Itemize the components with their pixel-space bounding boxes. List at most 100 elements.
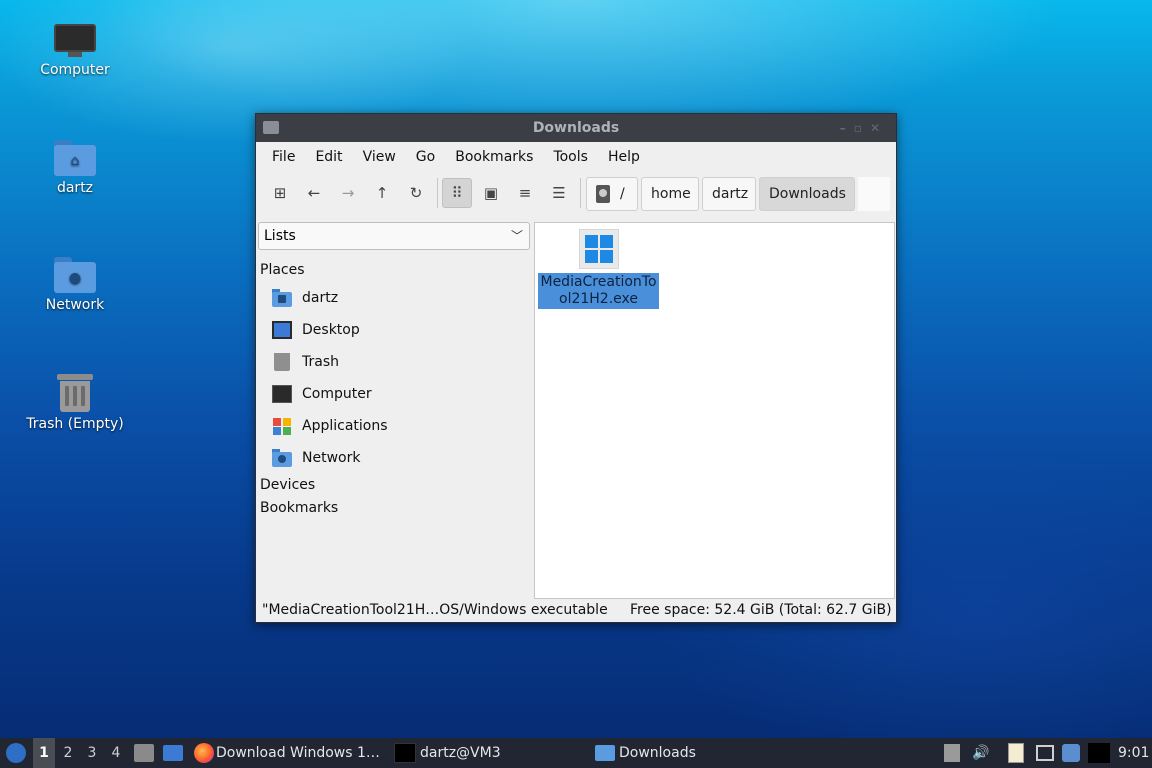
place-item-network[interactable]: Network: [272, 445, 360, 471]
side-pane: Lists ﹀ Places dartz Desktop Trash Compu…: [258, 222, 530, 602]
place-item-applications[interactable]: Applications: [272, 413, 388, 439]
side-pane-mode-select[interactable]: Lists ﹀: [258, 222, 530, 250]
file-name-line: MediaCreationTo: [540, 274, 657, 290]
detail-view-button[interactable]: ☰: [544, 178, 574, 208]
desktop-icon-label: Trash (Empty): [26, 416, 124, 432]
file-item[interactable]: MediaCreationTo ol21H2.exe: [538, 229, 659, 309]
clock[interactable]: 9:01: [1118, 738, 1149, 768]
folder-icon: [263, 121, 279, 134]
breadcrumb-label: home: [651, 186, 691, 202]
task-label: Downloads: [619, 745, 696, 761]
drive-icon: [596, 185, 610, 203]
place-label: Trash: [302, 354, 339, 370]
home-folder-icon: [272, 289, 292, 307]
place-label: Applications: [302, 418, 388, 434]
breadcrumb-home[interactable]: home: [641, 177, 699, 211]
trash-icon: [57, 372, 93, 412]
desktop-icon-computer[interactable]: Computer: [15, 24, 135, 78]
breadcrumb-label: dartz: [712, 186, 749, 202]
list-icon: ≡: [518, 184, 532, 202]
workspace-1[interactable]: 1: [33, 738, 55, 768]
desktop-icon-trash[interactable]: Trash (Empty): [15, 372, 135, 432]
windows-executable-icon: [578, 229, 619, 269]
task-label: dartz@VM3: [420, 745, 501, 761]
menu-bookmarks[interactable]: Bookmarks: [445, 149, 543, 165]
tray-network[interactable]: [1036, 738, 1054, 768]
reload-button[interactable]: ↻: [401, 178, 431, 208]
show-desktop-icon: [163, 745, 183, 761]
file-name-line: ol21H2.exe: [559, 291, 638, 307]
workspace-3[interactable]: 3: [81, 738, 103, 768]
updates-icon: [944, 744, 960, 762]
desktop-icon-label: dartz: [56, 180, 94, 196]
status-free-space: Free space: 52.4 GiB (Total: 62.7 GiB): [630, 602, 892, 618]
icon-view-button[interactable]: ⠿: [442, 178, 472, 208]
desktop-icon-label: Computer: [40, 62, 110, 78]
network-folder-icon: [272, 449, 292, 467]
workspace-2[interactable]: 2: [57, 738, 79, 768]
desktop-icon-network[interactable]: ● Network: [15, 257, 135, 313]
workspace-4[interactable]: 4: [105, 738, 127, 768]
place-item-desktop[interactable]: Desktop: [272, 317, 360, 343]
compact-view-button[interactable]: ≡: [510, 178, 540, 208]
desktop-icon: [272, 321, 292, 339]
menu-edit[interactable]: Edit: [305, 149, 352, 165]
back-button[interactable]: ←: [299, 178, 329, 208]
window-titlebar[interactable]: Downloads –▫✕: [256, 114, 896, 142]
select-value: Lists: [264, 228, 296, 244]
file-name-label: MediaCreationTo ol21H2.exe: [538, 273, 659, 309]
up-button[interactable]: ↑: [367, 178, 397, 208]
start-menu-button[interactable]: [4, 738, 28, 768]
file-view[interactable]: MediaCreationTo ol21H2.exe: [534, 222, 895, 599]
file-manager-window: Downloads –▫✕ File Edit View Go Bookmark…: [255, 113, 897, 623]
tray-clipboard[interactable]: [1008, 738, 1024, 768]
menu-go[interactable]: Go: [406, 149, 445, 165]
cpu-monitor-icon: [1088, 743, 1110, 763]
place-label: Computer: [302, 386, 372, 402]
breadcrumb-dartz[interactable]: dartz: [702, 177, 756, 211]
tray-updates[interactable]: [944, 738, 960, 768]
tray-monitor[interactable]: [1088, 738, 1110, 768]
notification-icon: [1062, 744, 1080, 762]
task-firefox[interactable]: Download Windows 1…: [194, 738, 380, 768]
new-tab-button[interactable]: ⊞: [265, 178, 295, 208]
firefox-icon: [194, 743, 214, 763]
breadcrumb-downloads[interactable]: Downloads: [759, 177, 855, 211]
place-label: dartz: [302, 290, 339, 306]
thumbnail-view-button[interactable]: ▣: [476, 178, 506, 208]
status-bar: "MediaCreationTool21H…OS/Windows executa…: [256, 600, 896, 622]
desktop-icon-home[interactable]: ⌂ dartz: [15, 140, 135, 196]
place-item-dartz[interactable]: dartz: [272, 285, 338, 311]
volume-icon: 🔊: [972, 745, 990, 761]
grid-icon: ⠿: [451, 184, 463, 202]
applications-icon: [272, 417, 292, 435]
desktop-icon-label: Network: [45, 297, 105, 313]
toolbar: ⊞ ← → ↑ ↻ ⠿ ▣ ≡ ☰ / home dartz Downloads: [256, 172, 896, 214]
place-item-trash[interactable]: Trash: [272, 349, 339, 375]
menu-tools[interactable]: Tools: [543, 149, 598, 165]
image-icon: ▣: [483, 184, 499, 202]
maximize-icon[interactable]: ▫: [854, 121, 870, 135]
breadcrumb-root[interactable]: /: [586, 177, 638, 211]
section-bookmarks[interactable]: Bookmarks: [260, 500, 338, 516]
tray-notification[interactable]: [1062, 738, 1080, 768]
folder-icon: [595, 745, 615, 761]
quicklaunch-desktop[interactable]: [163, 738, 183, 768]
task-terminal[interactable]: dartz@VM3: [394, 738, 501, 768]
section-devices[interactable]: Devices: [260, 477, 315, 493]
quicklaunch-files[interactable]: [134, 738, 154, 768]
tray-volume[interactable]: 🔊: [972, 738, 989, 768]
menu-view[interactable]: View: [353, 149, 406, 165]
detail-list-icon: ☰: [552, 184, 566, 202]
menu-help[interactable]: Help: [598, 149, 650, 165]
place-item-computer[interactable]: Computer: [272, 381, 372, 407]
menu-file[interactable]: File: [262, 149, 305, 165]
close-icon[interactable]: ✕: [870, 121, 888, 135]
status-selection: "MediaCreationTool21H…OS/Windows executa…: [262, 602, 608, 618]
section-places[interactable]: Places: [260, 262, 305, 278]
minimize-icon[interactable]: –: [840, 121, 854, 135]
forward-button[interactable]: →: [333, 178, 363, 208]
file-manager-icon: [134, 744, 154, 762]
task-downloads[interactable]: Downloads: [595, 738, 696, 768]
task-label: Download Windows 1…: [216, 745, 380, 761]
